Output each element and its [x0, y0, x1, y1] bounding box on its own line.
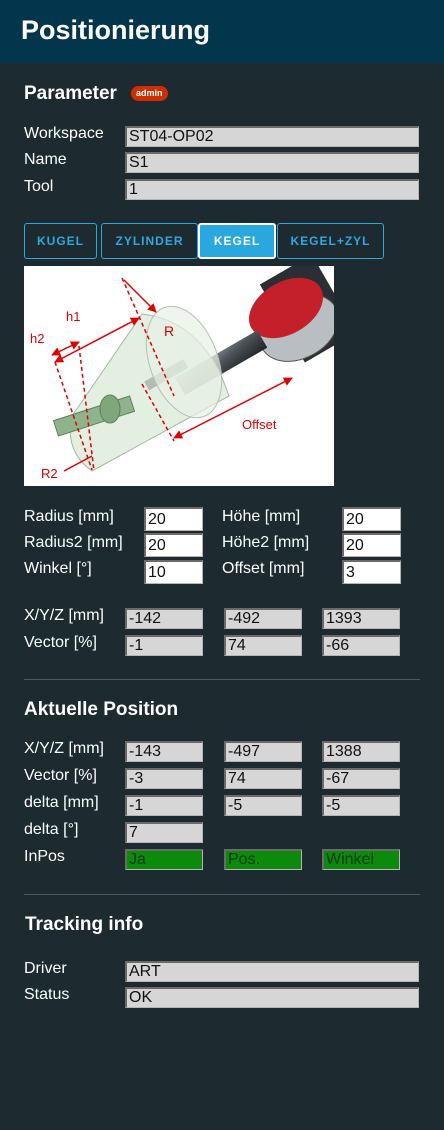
delta-y-field: -5 [224, 795, 302, 816]
app-header: Positionierung [0, 0, 444, 63]
target-vy-field: 74 [224, 635, 302, 656]
radius-input[interactable]: 20 [144, 507, 203, 531]
inpos-pos-indicator: Pos. [224, 849, 302, 870]
actual-y-field: -497 [224, 741, 302, 762]
status-label: Status [24, 986, 70, 1003]
cone-diagram-svg: h1 h2 R R2 Offset [30, 266, 334, 481]
tool-field[interactable]: 1 [125, 179, 419, 200]
winkel-input[interactable]: 10 [144, 560, 203, 584]
actual-x-field: -143 [125, 741, 203, 762]
target-vector-label: Vector [%] [24, 634, 97, 651]
cone-diagram: h1 h2 R R2 Offset [24, 266, 334, 486]
target-xyz-label: X/Y/Z [mm] [24, 607, 104, 624]
radius2-label: Radius2 [mm] [24, 534, 123, 551]
diagram-label-offset: Offset [242, 417, 277, 432]
hoehe2-input[interactable]: 20 [342, 533, 401, 557]
offset-input[interactable]: 3 [342, 560, 401, 584]
name-label: Name [24, 151, 67, 168]
tracking-heading: Tracking info [25, 914, 144, 935]
tab-kugel[interactable]: KUGEL [24, 223, 97, 259]
admin-badge: admin [131, 86, 168, 101]
target-vz-field: -66 [322, 635, 400, 656]
driver-label: Driver [24, 960, 67, 977]
diagram-label-r2: R2 [41, 466, 58, 481]
radius-label: Radius [mm] [24, 508, 114, 525]
diagram-label-h2: h2 [30, 331, 44, 346]
divider [24, 679, 420, 680]
workspace-field[interactable]: ST04-OP02 [125, 126, 419, 147]
target-vx-field: -1 [125, 635, 203, 656]
cone-shape [52, 305, 230, 472]
delta-x-field: -1 [125, 795, 203, 816]
winkel-label: Winkel [°] [24, 560, 92, 577]
actual-z-field: 1388 [322, 741, 400, 762]
diagram-label-r: R [164, 323, 174, 339]
inpos-ja-indicator: Ja [125, 849, 203, 870]
actual-xyz-label: X/Y/Z [mm] [24, 740, 104, 757]
radius2-input[interactable]: 20 [144, 533, 203, 557]
tab-zylinder[interactable]: ZYLINDER [101, 223, 198, 259]
actual-vx-field: -3 [125, 768, 203, 789]
actual-vz-field: -67 [322, 768, 400, 789]
inpos-winkel-indicator: Winkel [322, 849, 400, 870]
delta-deg-label: delta [°] [24, 821, 79, 838]
parameter-heading: Parameter [24, 83, 117, 104]
diagram-label-h1: h1 [66, 309, 80, 324]
driver-field: ART [125, 961, 419, 982]
divider [24, 894, 420, 895]
workspace-label: Workspace [24, 125, 104, 142]
status-field: OK [125, 987, 419, 1008]
actual-vy-field: 74 [224, 768, 302, 789]
tab-kegel-zyl[interactable]: KEGEL+ZYL [277, 223, 384, 259]
target-y-field: -492 [224, 608, 302, 629]
hoehe-label: Höhe [mm] [222, 508, 301, 525]
tab-kegel[interactable]: KEGEL [198, 223, 276, 259]
delta-mm-label: delta [mm] [24, 794, 99, 811]
shape-tabs: KUGEL ZYLINDER KEGEL KEGEL+ZYL [24, 223, 444, 259]
target-x-field: -142 [125, 608, 203, 629]
actual-vector-label: Vector [%] [24, 767, 97, 784]
delta-z-field: -5 [322, 795, 400, 816]
delta-deg-field: 7 [125, 822, 203, 843]
offset-label: Offset [mm] [222, 560, 305, 577]
name-field[interactable]: S1 [125, 152, 419, 173]
target-z-field: 1393 [322, 608, 400, 629]
actual-position-heading: Aktuelle Position [24, 699, 179, 720]
page-title: Positionierung [21, 15, 210, 45]
inpos-label: InPos [24, 848, 65, 865]
hoehe-input[interactable]: 20 [342, 507, 401, 531]
tool-label: Tool [24, 178, 54, 195]
hoehe2-label: Höhe2 [mm] [222, 534, 310, 551]
